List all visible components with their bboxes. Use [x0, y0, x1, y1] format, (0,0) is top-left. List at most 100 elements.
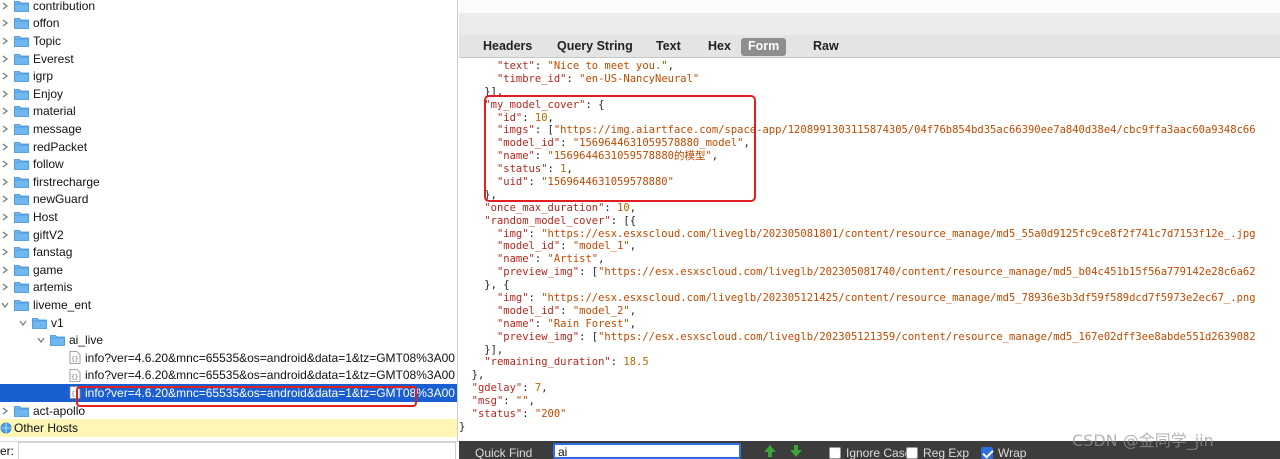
chevron-right-icon[interactable] — [0, 36, 10, 46]
quick-find-option-wrap[interactable]: Wrap — [981, 446, 1026, 459]
checkbox[interactable] — [981, 447, 993, 459]
quick-find-option-reg-exp[interactable]: Reg Exp — [906, 446, 969, 459]
tree-folder-item[interactable]: Host — [0, 208, 457, 226]
json-key: "gdelay" — [471, 382, 523, 395]
tree-request-item[interactable]: {} info?ver=4.6.20&mnc=65535&os=android&d… — [0, 367, 457, 385]
json-punct: : [ — [579, 266, 599, 279]
tab-query-string[interactable]: Query String — [550, 38, 640, 56]
json-string: "Nice to meet you." — [547, 60, 668, 72]
tree-folder-item[interactable]: artemis — [0, 279, 457, 297]
tree-folder-item[interactable]: ai_live — [0, 331, 457, 349]
quick-find-option-ignore-case[interactable]: Ignore Case — [829, 446, 911, 459]
chevron-right-icon[interactable] — [0, 18, 10, 28]
chevron-down-icon[interactable] — [0, 300, 10, 310]
chevron-down-icon[interactable] — [18, 318, 28, 328]
chevron-right-icon[interactable] — [0, 406, 10, 416]
json-punct: }, — [459, 369, 485, 382]
json-punct: : [{ — [610, 214, 637, 227]
chevron-right-icon[interactable] — [0, 142, 10, 152]
chevron-right-icon[interactable] — [0, 265, 10, 275]
tree-folder-item[interactable]: v1 — [0, 314, 457, 332]
folder-icon — [14, 141, 29, 153]
tab-hex[interactable]: Hex — [701, 38, 738, 56]
folder-icon — [14, 53, 29, 65]
folder-icon — [14, 264, 29, 276]
tab-form[interactable]: Form — [741, 38, 787, 56]
tree-folder-item[interactable]: message — [0, 120, 457, 138]
json-string: "en-US-NancyNeural" — [579, 72, 700, 85]
tree-folder-item[interactable]: newGuard — [0, 191, 457, 209]
find-next-icon[interactable] — [789, 444, 803, 458]
json-punct: : — [604, 201, 618, 214]
json-punct: }], — [459, 343, 504, 356]
tree-folder-item[interactable]: liveme_ent — [0, 296, 457, 314]
tree-item-label: follow — [33, 157, 64, 172]
tree-folder-item[interactable]: game — [0, 261, 457, 279]
json-punct — [459, 60, 497, 72]
json-key: "once_max_duration" — [484, 201, 605, 214]
find-previous-icon[interactable] — [763, 444, 777, 458]
json-punct: : — [560, 240, 573, 253]
checkbox[interactable] — [906, 447, 918, 459]
json-punct — [459, 240, 497, 252]
tree-folder-item[interactable]: Everest — [0, 50, 457, 68]
chevron-right-icon[interactable] — [0, 159, 10, 169]
json-key: "msg" — [471, 395, 504, 408]
chevron-right-icon[interactable] — [0, 194, 10, 204]
tree-item-label: liveme_ent — [33, 297, 92, 312]
tab-text[interactable]: Text — [649, 38, 688, 56]
chevron-right-icon[interactable] — [0, 247, 10, 257]
json-punct — [459, 318, 497, 330]
tab-raw[interactable]: Raw — [806, 38, 846, 56]
chevron-right-icon[interactable] — [0, 1, 10, 11]
chevron-right-icon[interactable] — [0, 71, 10, 81]
json-punct: : — [610, 356, 624, 369]
folder-icon — [14, 158, 29, 171]
json-punct: , — [598, 253, 605, 266]
splitter[interactable] — [459, 13, 1280, 35]
checkbox[interactable] — [829, 447, 841, 459]
svg-text:{}: {} — [71, 356, 78, 363]
chevron-right-icon[interactable] — [0, 124, 10, 134]
chevron-right-icon[interactable] — [0, 106, 10, 116]
chevron-down-icon[interactable] — [36, 335, 46, 345]
chevron-right-icon[interactable] — [0, 230, 10, 240]
chevron-right-icon[interactable] — [0, 282, 10, 292]
tree-item-label: info?ver=4.6.20&mnc=65535&os=android&dat… — [85, 368, 455, 383]
tree-folder-item[interactable]: contribution — [0, 0, 457, 15]
tree-request-item[interactable]: {} info?ver=4.6.20&mnc=65535&os=android&d… — [0, 349, 457, 367]
folder-icon — [14, 105, 29, 118]
tree-folder-item[interactable]: material — [0, 103, 457, 121]
filter-bar: er: — [0, 441, 458, 459]
code-line: "img": "https://esx.esxscloud.com/livegl… — [459, 292, 1280, 305]
folder-icon — [14, 405, 29, 417]
quick-find-input[interactable]: ai — [553, 443, 741, 459]
chevron-right-icon[interactable] — [0, 212, 10, 222]
code-line: "msg": "", — [459, 395, 1280, 408]
json-number: 18.5 — [623, 356, 649, 369]
tree-folder-item[interactable]: Topic — [0, 32, 457, 50]
tree-item-label: redPacket — [33, 139, 88, 154]
checkbox-label: Reg Exp — [923, 446, 970, 459]
tree-folder-item[interactable]: igrp — [0, 67, 457, 85]
filter-input[interactable] — [18, 442, 456, 459]
tree-folder-item[interactable]: firstrecharge — [0, 173, 457, 191]
json-string: "model_1" — [572, 240, 630, 253]
tree-item-label: Host — [33, 209, 58, 224]
chevron-right-icon[interactable] — [0, 89, 10, 99]
tree-other-hosts[interactable]: Other Hosts — [0, 419, 457, 437]
tree-folder-item[interactable]: fanstag — [0, 243, 457, 261]
tree-folder-item[interactable]: Enjoy — [0, 85, 457, 103]
tree-folder-item[interactable]: follow — [0, 155, 457, 173]
tree-folder-item[interactable]: redPacket — [0, 138, 457, 156]
tab-headers[interactable]: Headers — [476, 38, 539, 56]
tree-folder-item[interactable]: giftV2 — [0, 226, 457, 244]
tree-folder-item[interactable]: offon — [0, 15, 457, 33]
tree-item-label: newGuard — [33, 192, 89, 207]
json-key: "preview_img" — [496, 266, 580, 279]
json-punct: , — [629, 240, 637, 253]
chevron-right-icon[interactable] — [0, 54, 10, 64]
chevron-right-icon[interactable] — [0, 177, 10, 187]
tree-item-label: Other Hosts — [14, 421, 79, 436]
tree-item-label: igrp — [33, 69, 54, 84]
